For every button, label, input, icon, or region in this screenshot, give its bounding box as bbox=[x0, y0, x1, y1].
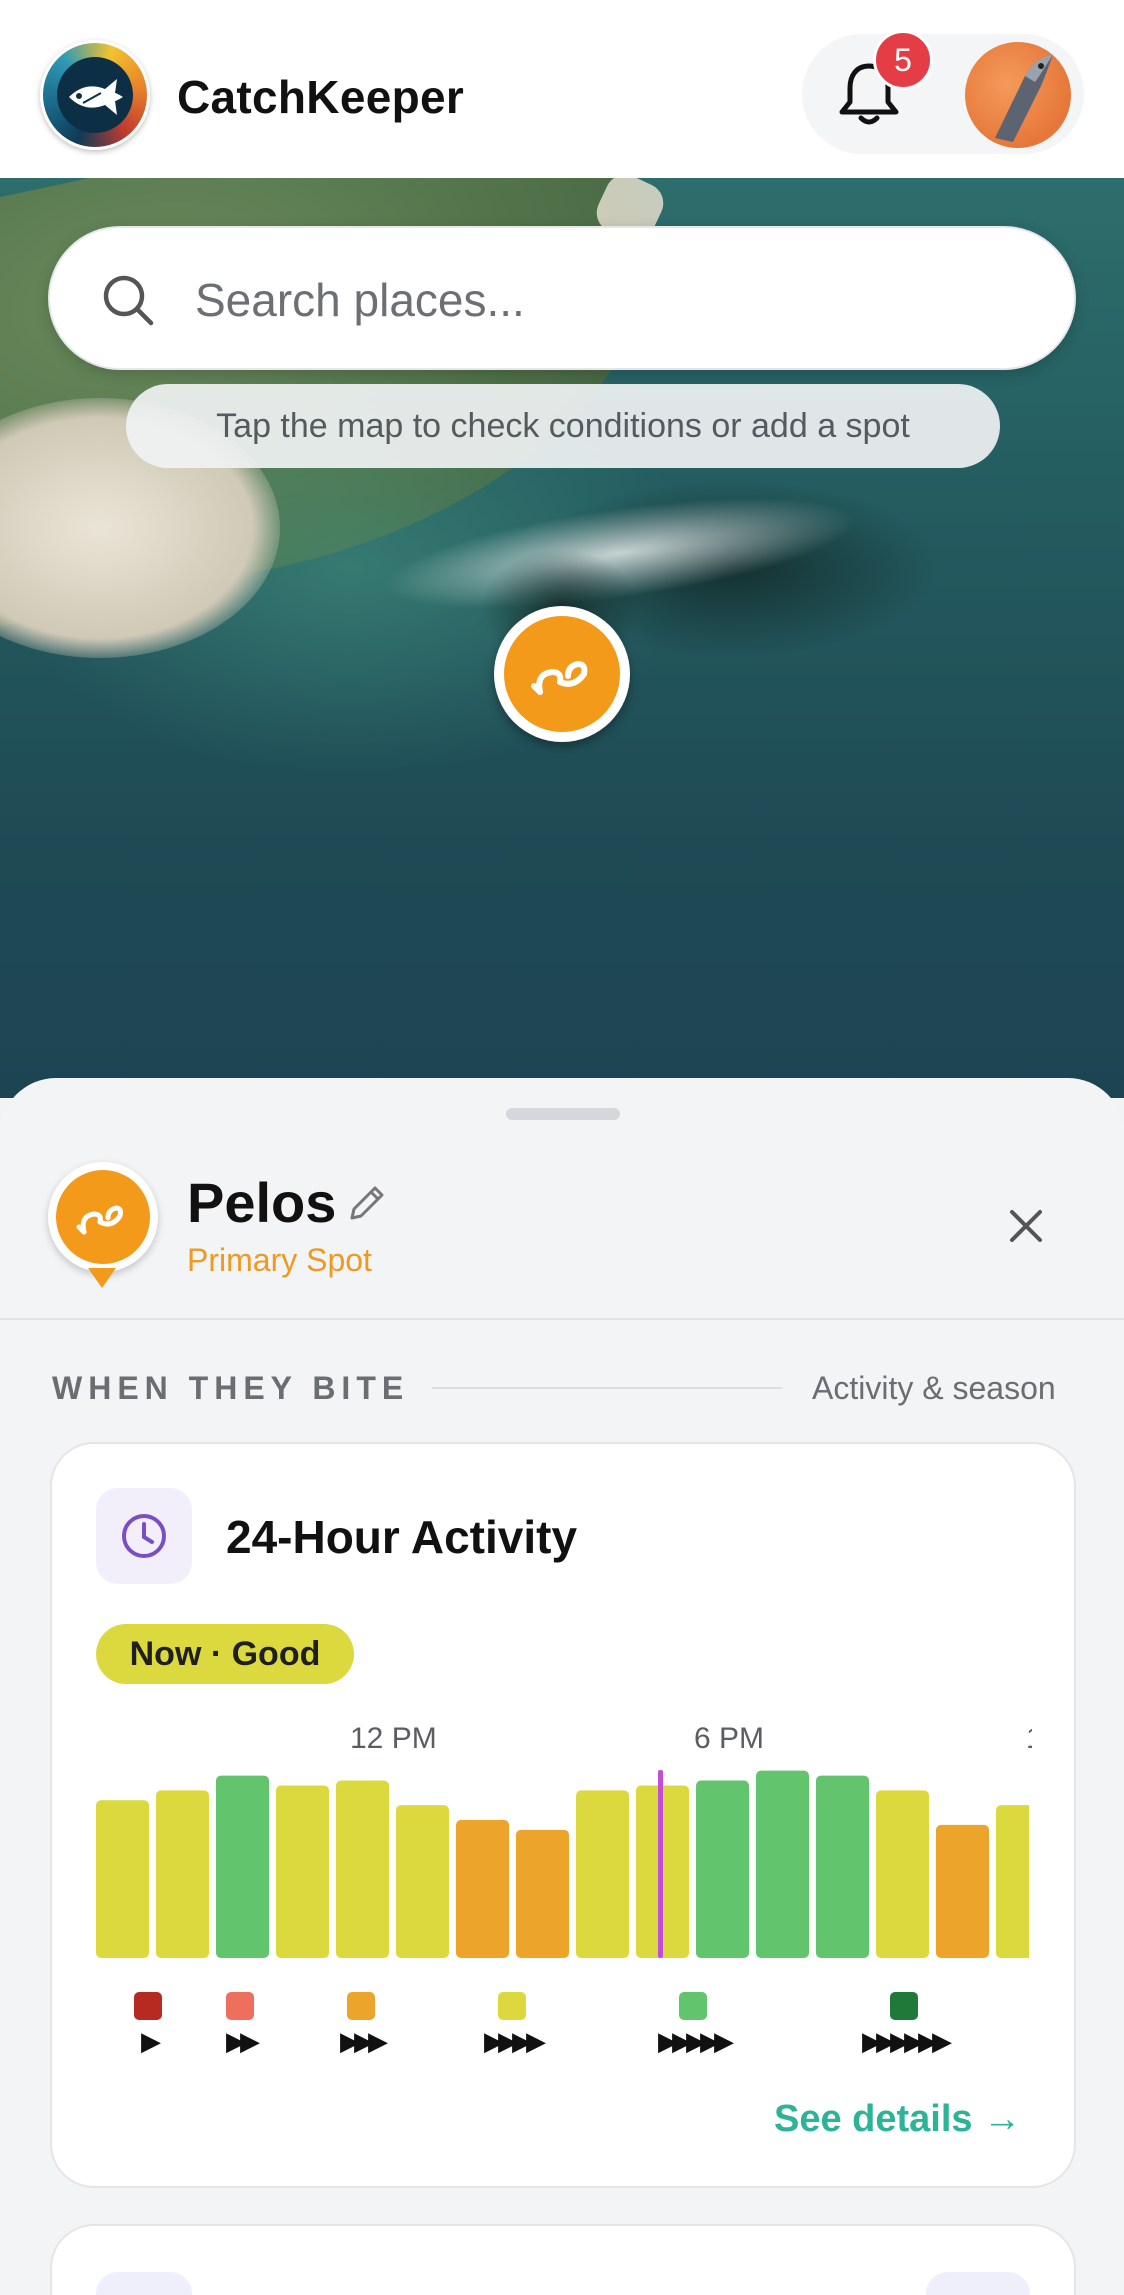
fish-rating-icon: ▶▶▶▶▶▶ bbox=[862, 2026, 952, 2056]
activity-bar bbox=[996, 1805, 1029, 1958]
legend-swatch bbox=[497, 1992, 526, 2020]
avatar[interactable] bbox=[965, 42, 1071, 148]
edit-pencil-icon[interactable] bbox=[346, 1182, 388, 1224]
now-status-badge: Now · Good bbox=[96, 1624, 354, 1684]
fishing-hook-icon bbox=[76, 1205, 123, 1235]
fish-rating-icon: ▶▶ bbox=[226, 2026, 260, 2056]
legend-swatch bbox=[134, 1992, 162, 2020]
see-details-link[interactable]: See details → bbox=[774, 2098, 1021, 2141]
app-title: CatchKeeper bbox=[177, 71, 465, 123]
fish-rating-icon: ▶▶▶ bbox=[340, 2026, 388, 2056]
spot-avatar-pointer bbox=[88, 1268, 116, 1288]
activity-chart bbox=[96, 1770, 1029, 1958]
x-tick-label: 12 PM bbox=[350, 1722, 437, 1755]
spot-avatar bbox=[48, 1162, 158, 1272]
map-hint: Tap the map to check conditions or add a… bbox=[126, 384, 1000, 468]
activity-bar bbox=[696, 1780, 749, 1958]
x-tick-label-cut: 1 bbox=[1026, 1722, 1032, 1756]
sheet-divider bbox=[0, 1318, 1124, 1320]
fish-rating-icon: ▶▶▶▶▶ bbox=[658, 2026, 734, 2056]
activity-bar bbox=[396, 1805, 449, 1958]
legend-swatch bbox=[226, 1992, 254, 2020]
activity-bar bbox=[816, 1775, 869, 1958]
activity-legend: ▶ ▶▶ ▶▶▶ ▶▶▶▶ ▶▶▶▶▶ ▶▶▶▶▶▶ bbox=[96, 1992, 1036, 2062]
legend-item: ▶▶▶ bbox=[340, 1992, 388, 2057]
activity-bar bbox=[456, 1819, 509, 1958]
fishing-hook-icon bbox=[531, 660, 588, 695]
close-icon[interactable] bbox=[1000, 1200, 1052, 1252]
clock-icon bbox=[96, 1488, 192, 1584]
search-input[interactable] bbox=[195, 262, 1035, 338]
activity-bar bbox=[876, 1790, 929, 1958]
activity-bar bbox=[216, 1775, 269, 1958]
app-header: CatchKeeper 5 bbox=[0, 0, 1124, 178]
legend-swatch bbox=[889, 1992, 918, 2020]
x-tick-label: 6 PM bbox=[694, 1722, 765, 1755]
notification-count-badge[interactable]: 5 bbox=[873, 30, 933, 90]
map-spot-marker[interactable] bbox=[494, 606, 630, 742]
legend-item: ▶▶▶▶▶▶ bbox=[862, 1992, 952, 2057]
now-indicator-line bbox=[658, 1770, 663, 1958]
activity-bar bbox=[336, 1780, 389, 1958]
legend-item: ▶ bbox=[134, 1992, 162, 2057]
activity-bar bbox=[96, 1800, 149, 1958]
sheet-grab-handle[interactable] bbox=[506, 1108, 620, 1120]
section-title: WHEN THEY BITE bbox=[52, 1370, 410, 1406]
card-icon bbox=[96, 2272, 192, 2295]
fish-rating-icon: ▶▶▶▶ bbox=[484, 2026, 546, 2056]
card-action-icon[interactable] bbox=[926, 2272, 1030, 2295]
activity-bar bbox=[276, 1785, 329, 1958]
search-icon bbox=[100, 272, 156, 328]
legend-swatch bbox=[347, 1992, 375, 2020]
spot-name: Pelos bbox=[187, 1171, 337, 1234]
activity-bar bbox=[936, 1824, 989, 1958]
legend-item: ▶▶ bbox=[226, 1992, 260, 2057]
section-meta: Activity & season bbox=[812, 1370, 1056, 1406]
activity-bar bbox=[516, 1829, 569, 1958]
next-card[interactable] bbox=[50, 2224, 1076, 2295]
app-logo bbox=[40, 40, 150, 150]
legend-item: ▶▶▶▶▶ bbox=[658, 1992, 734, 2057]
activity-bar bbox=[576, 1790, 629, 1958]
activity-bar bbox=[156, 1790, 209, 1958]
section-rule bbox=[432, 1387, 782, 1389]
fish-rating-icon: ▶ bbox=[141, 2026, 161, 2056]
activity-bar bbox=[756, 1770, 809, 1958]
spot-subtitle: Primary Spot bbox=[187, 1242, 372, 1278]
legend-item: ▶▶▶▶ bbox=[484, 1992, 546, 2057]
legend-swatch bbox=[678, 1992, 707, 2020]
activity-card-title: 24-Hour Activity bbox=[226, 1511, 578, 1563]
